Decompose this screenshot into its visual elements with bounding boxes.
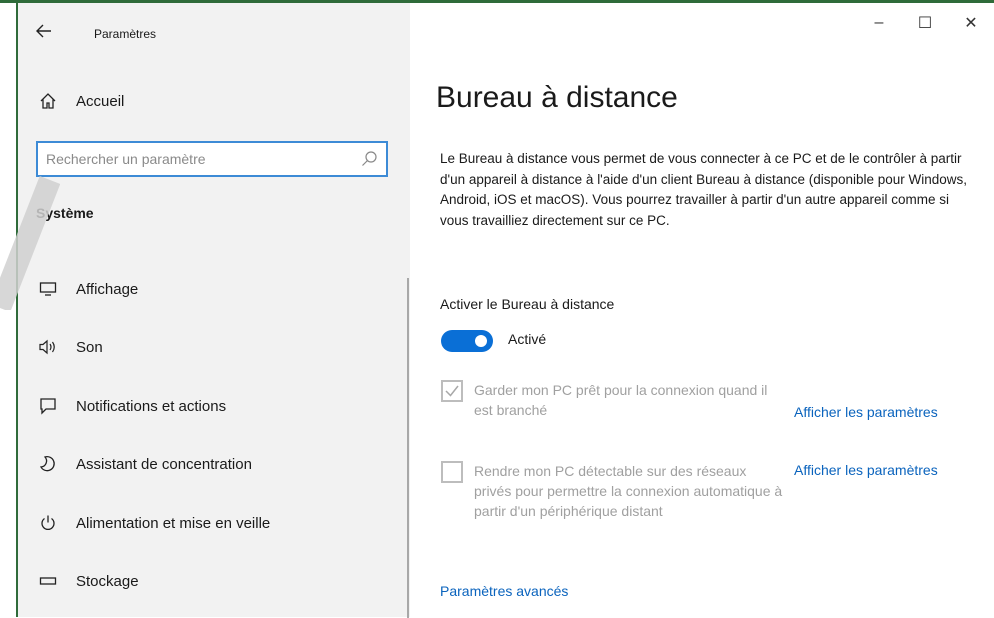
sidebar-item-sound[interactable]: Son xyxy=(18,325,410,369)
keep-pc-awake-text: Garder mon PC prêt pour la connexion qua… xyxy=(474,382,768,418)
notification-icon xyxy=(38,396,58,416)
discoverable-text: Rendre mon PC détectable sur des réseaux… xyxy=(474,463,783,519)
back-button[interactable] xyxy=(32,21,56,45)
discoverable-checkbox[interactable] xyxy=(441,461,463,483)
advanced-settings-link[interactable]: Paramètres avancés xyxy=(440,583,568,599)
app-title: Paramètres xyxy=(94,27,157,41)
remote-desktop-toggle[interactable] xyxy=(441,330,493,352)
display-icon xyxy=(38,279,58,299)
keep-pc-awake-checkbox[interactable] xyxy=(441,380,463,402)
check-icon xyxy=(445,385,459,397)
page-description: Le Bureau à distance vous permet de vous… xyxy=(440,151,968,228)
sidebar-item-label: Alimentation et mise en veille xyxy=(76,514,271,532)
search-input[interactable] xyxy=(38,143,348,175)
remote-desktop-toggle-label: Activer le Bureau à distance xyxy=(440,296,615,312)
sidebar-item-home[interactable]: Accueil xyxy=(18,79,410,123)
moon-icon xyxy=(38,454,58,474)
discoverable-settings-link[interactable]: Afficher les paramètres xyxy=(794,462,938,478)
settings-window: Paramètres Accueil Système Affichage xyxy=(0,0,994,618)
main-content: – ☐ ✕ Bureau à distance Le Bureau à dist… xyxy=(410,3,994,617)
search-icon[interactable] xyxy=(360,150,378,168)
page-title: Bureau à distance xyxy=(436,81,678,114)
sidebar-item-storage[interactable]: Stockage xyxy=(18,559,410,603)
keep-pc-awake-settings-link[interactable]: Afficher les paramètres xyxy=(794,404,938,420)
sidebar-scrollbar[interactable] xyxy=(407,278,409,618)
toggle-state-label: Activé xyxy=(508,331,547,347)
sidebar-item-label: Affichage xyxy=(76,280,139,298)
back-arrow-icon xyxy=(36,24,52,43)
home-icon xyxy=(38,91,58,111)
maximize-button[interactable]: ☐ xyxy=(902,3,948,43)
minimize-button[interactable]: – xyxy=(856,3,902,43)
close-button[interactable]: ✕ xyxy=(948,3,994,43)
sidebar-item-power[interactable]: Alimentation et mise en veille xyxy=(18,501,410,545)
sidebar-item-label: Assistant de concentration xyxy=(76,455,252,473)
sidebar: Paramètres Accueil Système Affichage xyxy=(18,3,410,618)
toggle-knob xyxy=(475,335,487,347)
titlebar-left: Paramètres xyxy=(18,3,410,61)
speaker-icon xyxy=(38,337,58,357)
window-border-left xyxy=(16,0,18,617)
section-title: Système xyxy=(36,205,94,221)
sidebar-item-notifications[interactable]: Notifications et actions xyxy=(18,384,410,428)
sidebar-item-label: Notifications et actions xyxy=(76,397,227,415)
sidebar-item-label: Accueil xyxy=(76,92,125,110)
storage-icon xyxy=(38,571,58,591)
sidebar-item-label: Stockage xyxy=(76,572,139,590)
sidebar-item-label: Son xyxy=(76,338,103,356)
power-icon xyxy=(38,513,58,533)
sidebar-item-display[interactable]: Affichage xyxy=(18,267,410,311)
window-controls: – ☐ ✕ xyxy=(856,3,994,43)
sidebar-item-focus-assist[interactable]: Assistant de concentration xyxy=(18,442,410,486)
search-box[interactable] xyxy=(36,141,388,177)
